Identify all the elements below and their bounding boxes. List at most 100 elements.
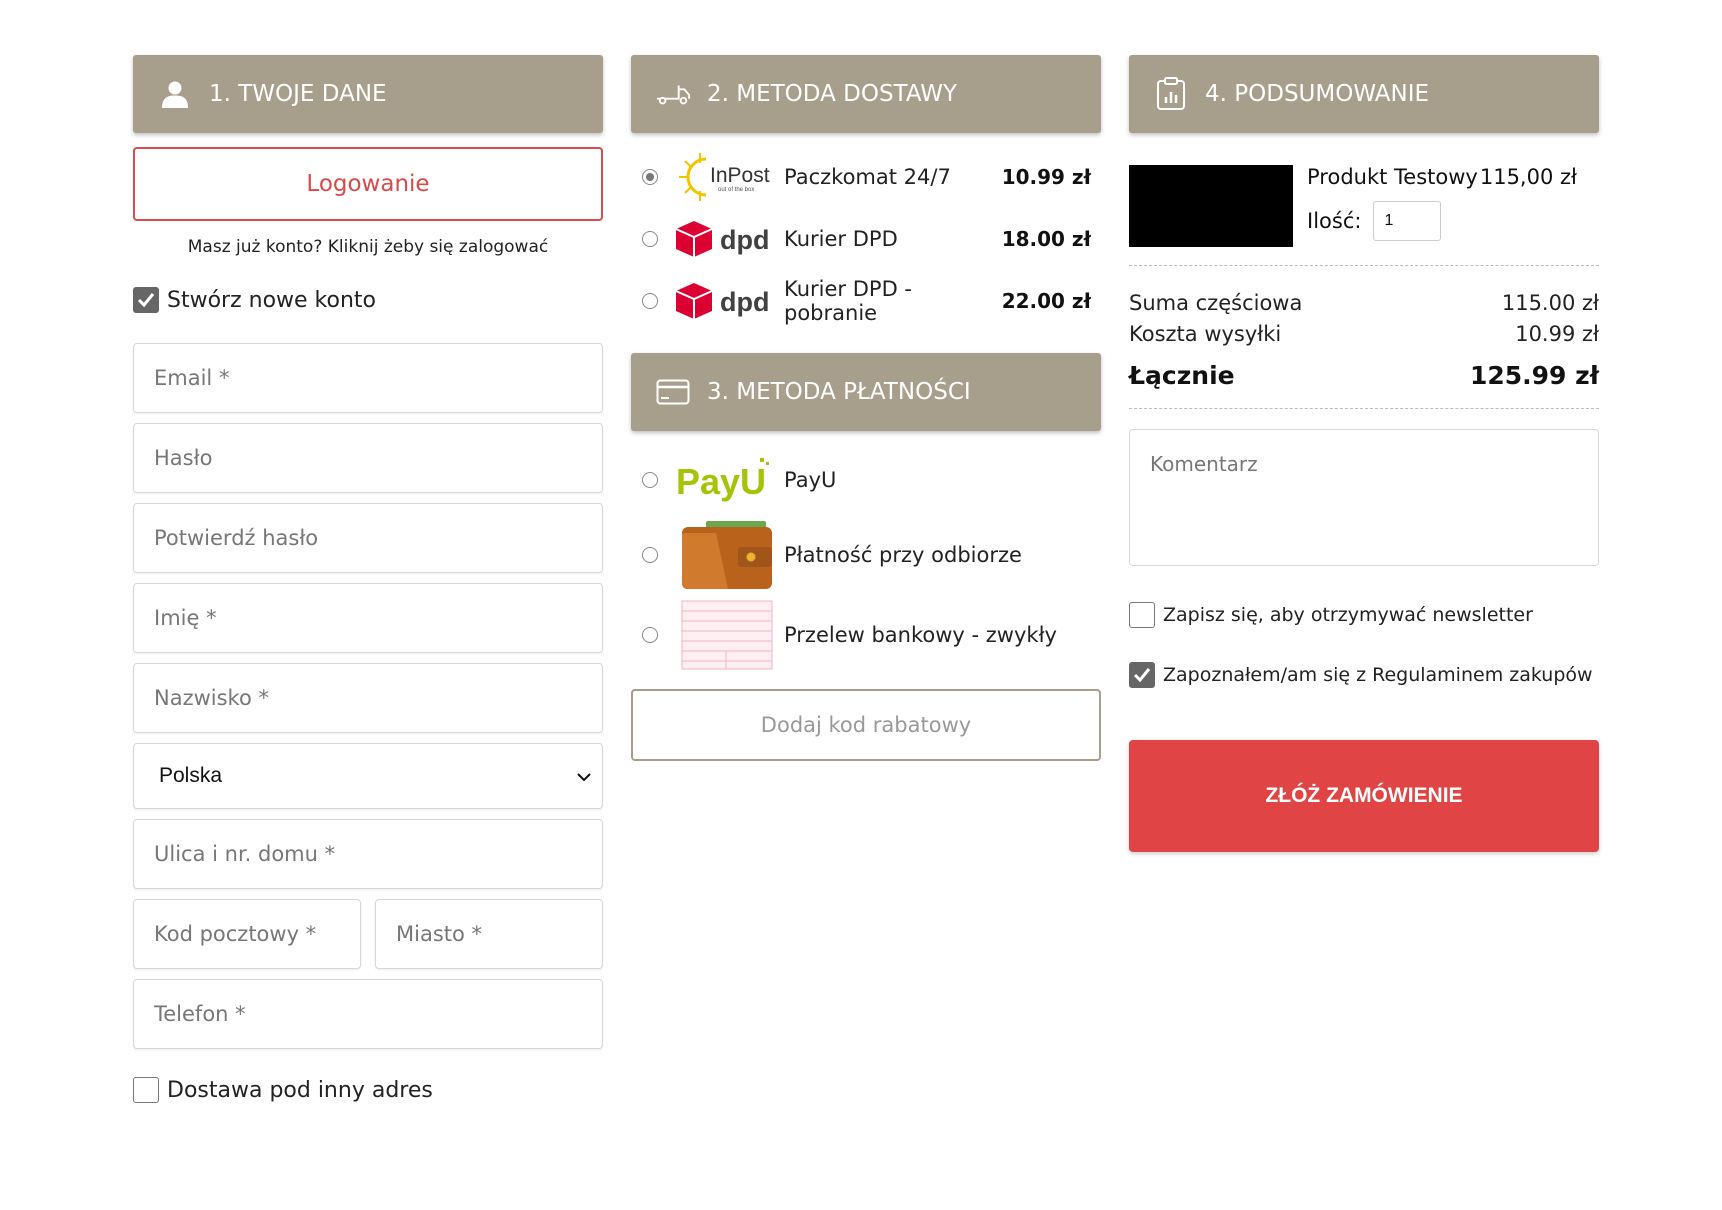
shipping-cost-label: Koszta wysyłki — [1129, 322, 1282, 346]
subtotal-row: Suma częściowa 115.00 zł — [1129, 288, 1599, 319]
shipping-cost-value: 10.99 zł — [1515, 322, 1599, 346]
shipping-title: 2. METODA DOSTAWY — [707, 81, 958, 107]
checkbox-unchecked-icon[interactable] — [133, 1077, 159, 1103]
place-order-button[interactable]: ZŁÓŻ ZAMÓWIENIE — [1129, 740, 1599, 852]
shipping-option-dpd-cod[interactable]: dpd Kurier DPD - pobranie 22.00 zł — [631, 271, 1101, 331]
country-select[interactable]: Polska — [133, 743, 603, 809]
radio-unselected-icon[interactable] — [642, 231, 658, 247]
dpd-logo: dpd — [676, 211, 776, 267]
country-value: Polska — [159, 764, 223, 787]
phone-field[interactable]: Telefon * — [133, 979, 603, 1049]
checkbox-checked-icon[interactable] — [133, 287, 159, 313]
shipping-cost-row: Koszta wysyłki 10.99 zł — [1129, 319, 1599, 350]
create-account-label: Stwórz nowe konto — [167, 287, 376, 313]
shipping-option-price: 22.00 zł — [1001, 289, 1091, 313]
first-name-field[interactable]: Imię * — [133, 583, 603, 653]
summary-title: 4. PODSUMOWANIE — [1205, 81, 1430, 107]
city-field[interactable]: Miasto * — [375, 899, 603, 969]
personal-data-column: 1. TWOJE DANE Logowanie Masz już konto? … — [133, 55, 603, 1103]
shipping-options: InPost out of the box Paczkomat 24/7 10.… — [631, 147, 1101, 331]
shipping-option-name: Paczkomat 24/7 — [784, 165, 951, 189]
payment-option-name: Płatność przy odbiorze — [784, 543, 1022, 567]
divider — [1129, 408, 1599, 409]
login-button[interactable]: Logowanie — [133, 147, 603, 221]
product-price: 115,00 zł — [1479, 165, 1577, 189]
summary-column: 4. PODSUMOWANIE Produkt Testowy 115,00 z… — [1129, 55, 1599, 852]
payment-header: 3. METODA PŁATNOŚCI — [631, 353, 1101, 431]
terms-checkbox[interactable]: Zapoznałem/am się z Regulaminem zakupów — [1129, 662, 1599, 688]
other-address-label: Dostawa pod inny adres — [167, 1077, 433, 1103]
other-address-checkbox[interactable]: Dostawa pod inny adres — [133, 1077, 603, 1103]
shipping-option-dpd[interactable]: dpd Kurier DPD 18.00 zł — [631, 209, 1101, 269]
comment-textarea[interactable]: Komentarz — [1129, 429, 1599, 566]
payment-option-cod[interactable]: Płatność przy odbiorze — [631, 515, 1101, 595]
total-row: Łącznie 125.99 zł — [1129, 358, 1599, 394]
postal-code-field[interactable]: Kod pocztowy * — [133, 899, 361, 969]
payment-options: PayU PayU Płatność przy odbiorze Przelew… — [631, 445, 1101, 675]
shipping-option-price: 10.99 zł — [1001, 165, 1091, 189]
personal-data-title: 1. TWOJE DANE — [209, 81, 387, 107]
summary-header: 4. PODSUMOWANIE — [1129, 55, 1599, 133]
user-icon — [157, 76, 193, 112]
inpost-logo: InPost out of the box — [676, 149, 776, 205]
radio-unselected-icon[interactable] — [642, 627, 658, 643]
email-field[interactable]: Email * — [133, 343, 603, 413]
clipboard-chart-icon — [1153, 76, 1189, 112]
payment-option-bank-transfer[interactable]: Przelew bankowy - zwykły — [631, 595, 1101, 675]
checkbox-unchecked-icon[interactable] — [1129, 602, 1155, 628]
payment-option-name: PayU — [784, 468, 837, 492]
quantity-row: Ilość: 1 — [1307, 201, 1599, 241]
order-totals: Suma częściowa 115.00 zł Koszta wysyłki … — [1129, 288, 1599, 394]
shipping-header: 2. METODA DOSTAWY — [631, 55, 1101, 133]
shipping-option-price: 18.00 zł — [1001, 227, 1091, 251]
quantity-input[interactable]: 1 — [1373, 201, 1442, 241]
svg-text:out of the box: out of the box — [718, 187, 754, 193]
total-value: 125.99 zł — [1469, 361, 1599, 390]
payment-option-name: Przelew bankowy - zwykły — [784, 623, 1057, 647]
wallet-icon — [676, 517, 776, 593]
radio-selected-icon[interactable] — [642, 169, 658, 185]
svg-text:PayU: PayU — [676, 461, 766, 502]
confirm-password-field[interactable]: Potwierdź hasło — [133, 503, 603, 573]
product-name: Produkt Testowy — [1307, 165, 1478, 189]
divider — [1129, 265, 1599, 266]
product-line: Produkt Testowy 115,00 zł — [1307, 165, 1599, 189]
shipping-payment-column: 2. METODA DOSTAWY InPost out of the box … — [631, 55, 1101, 761]
personal-data-header: 1. TWOJE DANE — [133, 55, 603, 133]
postal-city-row: Kod pocztowy * Miasto * — [133, 899, 603, 969]
personal-form: Email * Hasło Potwierdź hasło Imię * Naz… — [133, 343, 603, 1049]
bank-transfer-icon — [676, 597, 776, 673]
newsletter-checkbox[interactable]: Zapisz się, aby otrzymywać newsletter — [1129, 602, 1599, 628]
login-hint: Masz już konto? Kliknij żeby się zalogow… — [187, 237, 549, 257]
create-account-checkbox[interactable]: Stwórz nowe konto — [133, 287, 603, 313]
quantity-label: Ilość: — [1307, 209, 1362, 233]
delivery-truck-icon — [655, 76, 691, 112]
radio-unselected-icon[interactable] — [642, 547, 658, 563]
last-name-field[interactable]: Nazwisko * — [133, 663, 603, 733]
product-image — [1129, 165, 1293, 247]
total-label: Łącznie — [1129, 361, 1235, 390]
cart-product: Produkt Testowy 115,00 zł Ilość: 1 — [1129, 165, 1599, 247]
shipping-option-name: Kurier DPD — [784, 227, 898, 251]
shipping-option-name: Kurier DPD - pobranie — [784, 277, 912, 325]
terms-label: Zapoznałem/am się z Regulaminem zakupów — [1163, 664, 1593, 686]
discount-code-button[interactable]: Dodaj kod rabatowy — [631, 689, 1101, 761]
password-field[interactable]: Hasło — [133, 423, 603, 493]
street-field[interactable]: Ulica i nr. domu * — [133, 819, 603, 889]
newsletter-label: Zapisz się, aby otrzymywać newsletter — [1163, 604, 1533, 626]
subtotal-label: Suma częściowa — [1129, 291, 1303, 315]
payu-logo: PayU — [676, 442, 776, 518]
payment-title: 3. METODA PŁATNOŚCI — [707, 379, 971, 405]
shipping-option-inpost[interactable]: InPost out of the box Paczkomat 24/7 10.… — [631, 147, 1101, 207]
subtotal-value: 115.00 zł — [1501, 291, 1599, 315]
radio-unselected-icon[interactable] — [642, 293, 658, 309]
dpd-logo: dpd — [676, 273, 776, 329]
payment-option-payu[interactable]: PayU PayU — [631, 445, 1101, 515]
credit-card-icon — [655, 374, 691, 410]
svg-text:dpd: dpd — [720, 225, 769, 255]
product-info: Produkt Testowy 115,00 zł Ilość: 1 — [1307, 165, 1599, 247]
checkbox-checked-icon[interactable] — [1129, 662, 1155, 688]
radio-unselected-icon[interactable] — [642, 472, 658, 488]
chevron-down-icon — [576, 764, 592, 788]
svg-text:dpd: dpd — [720, 287, 769, 317]
